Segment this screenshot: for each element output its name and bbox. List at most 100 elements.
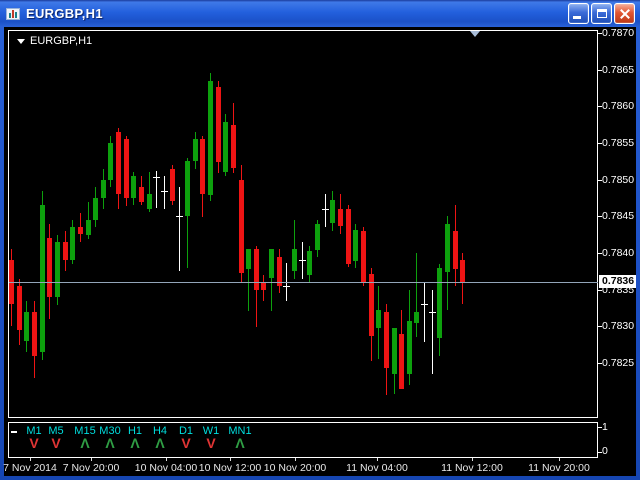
time-axis-tick	[559, 458, 560, 461]
price-axis-tick	[598, 290, 602, 291]
subwindow-dash-icon	[11, 431, 17, 433]
price-axis-tick	[598, 143, 602, 144]
candle-body	[292, 249, 297, 271]
candle-body	[254, 249, 259, 290]
candle-body	[407, 321, 412, 374]
bid-price-line	[9, 282, 598, 283]
main-chart-frame[interactable]	[8, 30, 598, 418]
candle-body	[414, 312, 419, 323]
close-button[interactable]	[614, 3, 635, 24]
candle-body	[445, 224, 450, 272]
candle-wick	[424, 282, 425, 342]
price-axis-tick	[598, 216, 602, 217]
signal-arrow-up-icon: Λ	[80, 436, 89, 450]
signal-arrow-up-icon: Λ	[235, 436, 244, 450]
time-axis-label: 7 Nov 20:00	[63, 462, 120, 474]
time-axis-label: 11 Nov 04:00	[346, 462, 408, 474]
candle-body	[392, 328, 397, 374]
candle-body	[32, 312, 37, 356]
candle-body	[86, 220, 91, 235]
indicator-subwindow	[8, 422, 598, 458]
candle-body	[315, 224, 320, 250]
candle-body	[246, 249, 251, 269]
price-axis-label: 0.7850	[602, 174, 634, 186]
price-axis-label: 0.7825	[602, 357, 634, 369]
price-axis-label: 0.7865	[602, 64, 634, 76]
price-axis-label: 0.7830	[602, 320, 634, 332]
current-price-box: 0.7836	[599, 275, 636, 288]
time-axis-label: 11 Nov 12:00	[441, 462, 503, 474]
candle-body	[353, 230, 358, 261]
candle-doji-bar	[153, 177, 160, 178]
chart-window-icon	[6, 8, 20, 20]
signal-arrow-down-icon: V	[29, 436, 38, 450]
candle-doji-bar	[429, 312, 436, 313]
metatrader-chart-window: EURGBP,H1 EURGBP,H1 0.7870 0.7865 0.7860 0.…	[0, 0, 640, 480]
candle-body	[108, 143, 113, 180]
candle-body	[131, 176, 136, 198]
signal-arrow-up-icon: Λ	[130, 436, 139, 450]
time-axis-tick	[472, 458, 473, 461]
candle-body	[208, 81, 213, 195]
candle-wick	[325, 194, 326, 227]
price-axis-tick	[598, 33, 602, 34]
candle-body	[231, 125, 236, 168]
chart-symbol-label: EURGBP,H1	[17, 35, 92, 47]
candle-body	[460, 260, 465, 282]
candle-doji-bar	[283, 286, 290, 287]
price-axis-tick	[598, 253, 602, 254]
chart-shift-marker-icon[interactable]	[470, 31, 480, 37]
candle-body	[147, 194, 152, 209]
price-axis-tick	[598, 180, 602, 181]
time-axis-tick	[166, 458, 167, 461]
price-axis-label: 0.7870	[602, 27, 634, 39]
signal-arrow-down-icon: V	[181, 436, 190, 450]
price-axis-tick	[598, 106, 602, 107]
window-titlebar[interactable]: EURGBP,H1	[0, 0, 640, 27]
candle-body	[223, 122, 228, 172]
candle-body	[193, 139, 198, 161]
restore-button[interactable]	[591, 3, 612, 24]
restore-icon	[597, 9, 607, 18]
candle-wick	[179, 187, 180, 271]
candle-body	[17, 286, 22, 330]
candle-body	[239, 180, 244, 273]
candle-body	[200, 139, 205, 194]
candle-doji-bar	[322, 209, 329, 210]
minimize-button[interactable]	[568, 3, 589, 24]
time-axis-label: 7 Nov 2014	[3, 462, 57, 474]
candle-body	[101, 180, 106, 198]
price-axis-tick	[598, 363, 602, 364]
candle-body	[63, 242, 68, 260]
candle-body	[216, 87, 221, 162]
candle-doji-bar	[161, 191, 168, 192]
time-axis-tick	[377, 458, 378, 461]
candle-body	[376, 310, 381, 328]
candle-body	[338, 209, 343, 226]
candle-body	[170, 169, 175, 201]
candle-doji-bar	[299, 260, 306, 261]
candle-body	[47, 238, 52, 297]
signal-arrow-down-icon: V	[51, 436, 60, 450]
signal-arrow-up-icon: Λ	[155, 436, 164, 450]
candle-doji-bar	[421, 304, 428, 305]
candle-doji-bar	[176, 216, 183, 217]
candle-body	[437, 268, 442, 338]
candle-body	[399, 334, 404, 389]
price-axis-tick	[598, 70, 602, 71]
time-axis-tick	[91, 458, 92, 461]
candle-body	[124, 139, 129, 198]
subwindow-scale-top: 1	[602, 421, 608, 433]
window-title: EURGBP,H1	[26, 6, 568, 21]
candle-body	[269, 249, 274, 278]
candle-body	[78, 227, 83, 234]
time-axis-label: 10 Nov 20:00	[264, 462, 326, 474]
candle-body	[384, 312, 389, 368]
candle-body	[369, 274, 374, 336]
price-axis-tick	[598, 326, 602, 327]
time-axis-tick	[230, 458, 231, 461]
price-axis-label: 0.7860	[602, 100, 634, 112]
candle-body	[139, 187, 144, 202]
candle-body	[55, 242, 60, 297]
candle-body	[261, 282, 266, 290]
